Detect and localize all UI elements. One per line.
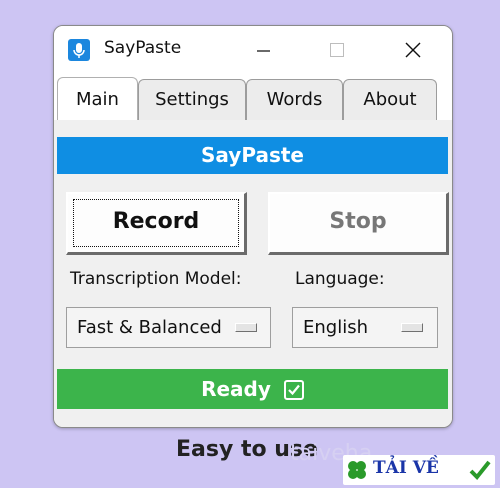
minimize-icon[interactable] [240, 26, 286, 74]
tab-bar: Main Settings Words About [54, 74, 452, 122]
checkmark-icon [469, 460, 491, 480]
model-label: Transcription Model: [70, 269, 242, 289]
model-select[interactable]: Fast & Balanced [66, 307, 271, 348]
check-box-icon [283, 380, 304, 400]
status-bar: Ready [57, 369, 448, 409]
language-select-value: English [303, 317, 368, 338]
dropdown-indicator-icon [235, 323, 257, 332]
tab-main[interactable]: Main [57, 77, 138, 122]
watermark-badge: TẢI VỀ [343, 455, 495, 485]
close-icon[interactable] [390, 26, 436, 74]
tab-words[interactable]: Words [246, 79, 343, 120]
clover-icon [348, 461, 366, 479]
microphone-icon [68, 39, 90, 61]
status-text: Ready [201, 377, 271, 401]
watermark-badge-text: TẢI VỀ [373, 458, 439, 478]
record-button[interactable]: Record [66, 192, 247, 255]
title-bar[interactable]: SayPaste [54, 26, 452, 74]
stop-button[interactable]: Stop [268, 192, 449, 255]
focus-ring [73, 199, 239, 247]
stop-button-label: Stop [329, 209, 387, 234]
language-label: Language: [295, 269, 385, 289]
tab-about[interactable]: About [343, 79, 437, 120]
app-header: SayPaste [57, 137, 448, 174]
dropdown-indicator-icon [401, 323, 423, 332]
maximize-icon[interactable] [314, 26, 360, 74]
language-select[interactable]: English [292, 307, 438, 348]
model-select-value: Fast & Balanced [77, 317, 222, 338]
main-panel: SayPaste Record Stop Transcription Model… [54, 120, 452, 427]
app-window: SayPaste Main Settings Words About SayPa… [53, 25, 453, 428]
tab-settings[interactable]: Settings [138, 79, 246, 120]
window-title: SayPaste [104, 38, 182, 58]
